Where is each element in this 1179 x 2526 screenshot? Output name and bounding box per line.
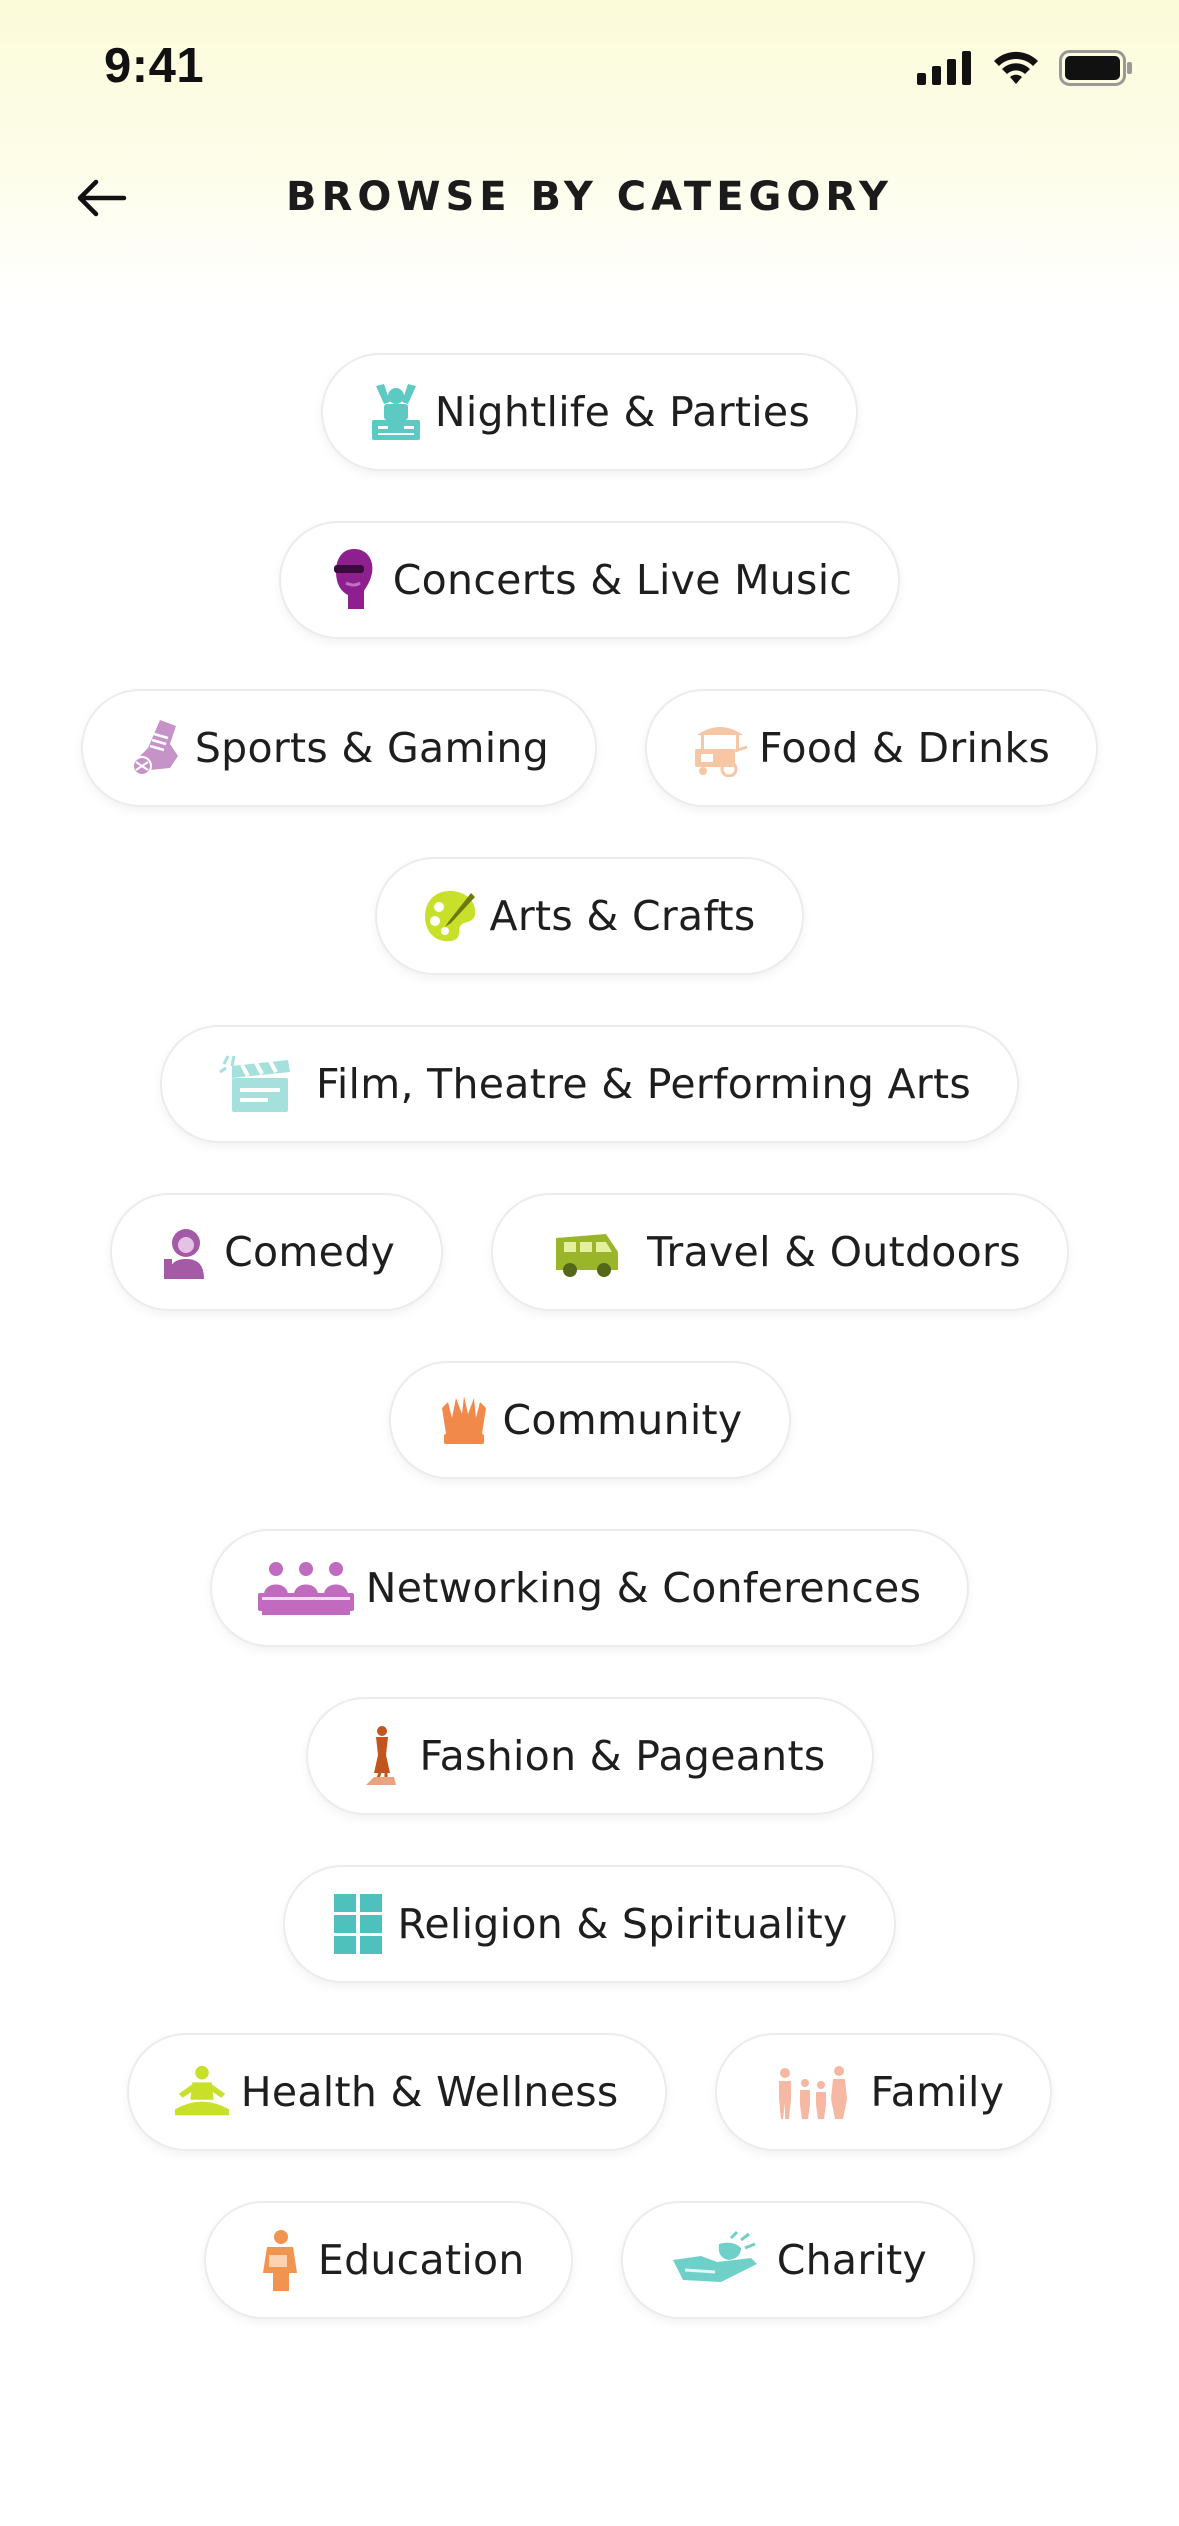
category-row: Sports & Gaming Food & Drinks xyxy=(0,689,1179,809)
category-label: Food & Drinks xyxy=(759,724,1051,772)
student-icon xyxy=(250,2228,308,2292)
window-cross-icon xyxy=(329,1892,387,1956)
status-icons xyxy=(917,49,1133,91)
category-family[interactable]: Family xyxy=(714,2033,1053,2151)
van-icon xyxy=(537,1220,637,1284)
raised-hands-icon xyxy=(435,1388,493,1452)
clapperboard-icon xyxy=(206,1052,306,1116)
food-cart-icon xyxy=(691,716,749,780)
category-label: Film, Theatre & Performing Arts xyxy=(315,1060,972,1108)
category-networking-conferences[interactable]: Networking & Conferences xyxy=(209,1529,970,1647)
category-travel-outdoors[interactable]: Travel & Outdoors xyxy=(491,1193,1069,1311)
category-label: Travel & Outdoors xyxy=(647,1228,1021,1276)
category-row: Concerts & Live Music xyxy=(0,521,1179,641)
sneaker-icon xyxy=(127,716,185,780)
category-row: Arts & Crafts xyxy=(0,857,1179,977)
category-row: Religion & Spirituality xyxy=(0,1865,1179,1985)
category-label: Family xyxy=(870,2068,1005,2116)
category-charity[interactable]: Charity xyxy=(620,2201,976,2319)
category-community[interactable]: Community xyxy=(388,1361,791,1479)
category-religion-spirituality[interactable]: Religion & Spirituality xyxy=(283,1865,896,1983)
category-row: Fashion & Pageants xyxy=(0,1697,1179,1817)
comedian-icon xyxy=(156,1220,214,1284)
category-row: Health & Wellness Family xyxy=(0,2033,1179,2153)
panel-icon xyxy=(256,1556,356,1620)
status-time: 9:41 xyxy=(104,39,205,93)
category-label: Networking & Conferences xyxy=(365,1564,922,1612)
category-row: Networking & Conferences xyxy=(0,1529,1179,1649)
wifi-icon xyxy=(991,50,1041,91)
category-label: Community xyxy=(502,1396,743,1444)
family-icon xyxy=(761,2060,861,2124)
singer-icon xyxy=(325,548,383,612)
model-icon xyxy=(352,1724,410,1788)
category-fashion-pageants[interactable]: Fashion & Pageants xyxy=(305,1697,874,1815)
category-row: Film, Theatre & Performing Arts xyxy=(0,1025,1179,1145)
category-label: Concerts & Live Music xyxy=(392,556,853,604)
category-sports-gaming[interactable]: Sports & Gaming xyxy=(80,689,598,807)
category-label: Comedy xyxy=(224,1228,396,1276)
category-concerts-live-music[interactable]: Concerts & Live Music xyxy=(278,521,901,639)
category-row: Education Charity xyxy=(0,2201,1179,2321)
category-label: Nightlife & Parties xyxy=(434,388,811,436)
category-label: Education xyxy=(317,2236,525,2284)
status-bar: 9:41 xyxy=(0,0,1179,140)
category-label: Health & Wellness xyxy=(240,2068,619,2116)
category-row: Community xyxy=(0,1361,1179,1481)
category-label: Sports & Gaming xyxy=(194,724,550,772)
giving-hand-icon xyxy=(667,2228,767,2292)
cellular-signal-icon xyxy=(917,50,973,90)
dj-icon xyxy=(367,380,425,444)
category-nightlife-parties[interactable]: Nightlife & Parties xyxy=(320,353,859,471)
palette-icon xyxy=(421,884,479,948)
category-film-theatre-performing-arts[interactable]: Film, Theatre & Performing Arts xyxy=(159,1025,1020,1143)
category-row: Nightlife & Parties xyxy=(0,353,1179,473)
page-title: BROWSE BY CATEGORY xyxy=(286,174,893,220)
category-arts-crafts[interactable]: Arts & Crafts xyxy=(375,857,804,975)
battery-icon xyxy=(1059,49,1133,91)
category-health-wellness[interactable]: Health & Wellness xyxy=(126,2033,667,2151)
category-list: Nightlife & Parties Concerts & Live Musi… xyxy=(0,353,1179,2369)
category-label: Arts & Crafts xyxy=(489,892,756,940)
category-education[interactable]: Education xyxy=(203,2201,573,2319)
category-label: Fashion & Pageants xyxy=(419,1732,826,1780)
category-row: Comedy Travel & Outdoors xyxy=(0,1193,1179,1313)
meditation-icon xyxy=(173,2060,231,2124)
category-food-drinks[interactable]: Food & Drinks xyxy=(645,689,1099,807)
category-comedy[interactable]: Comedy xyxy=(110,1193,444,1311)
category-label: Charity xyxy=(776,2236,928,2284)
category-label: Religion & Spirituality xyxy=(397,1900,848,1948)
